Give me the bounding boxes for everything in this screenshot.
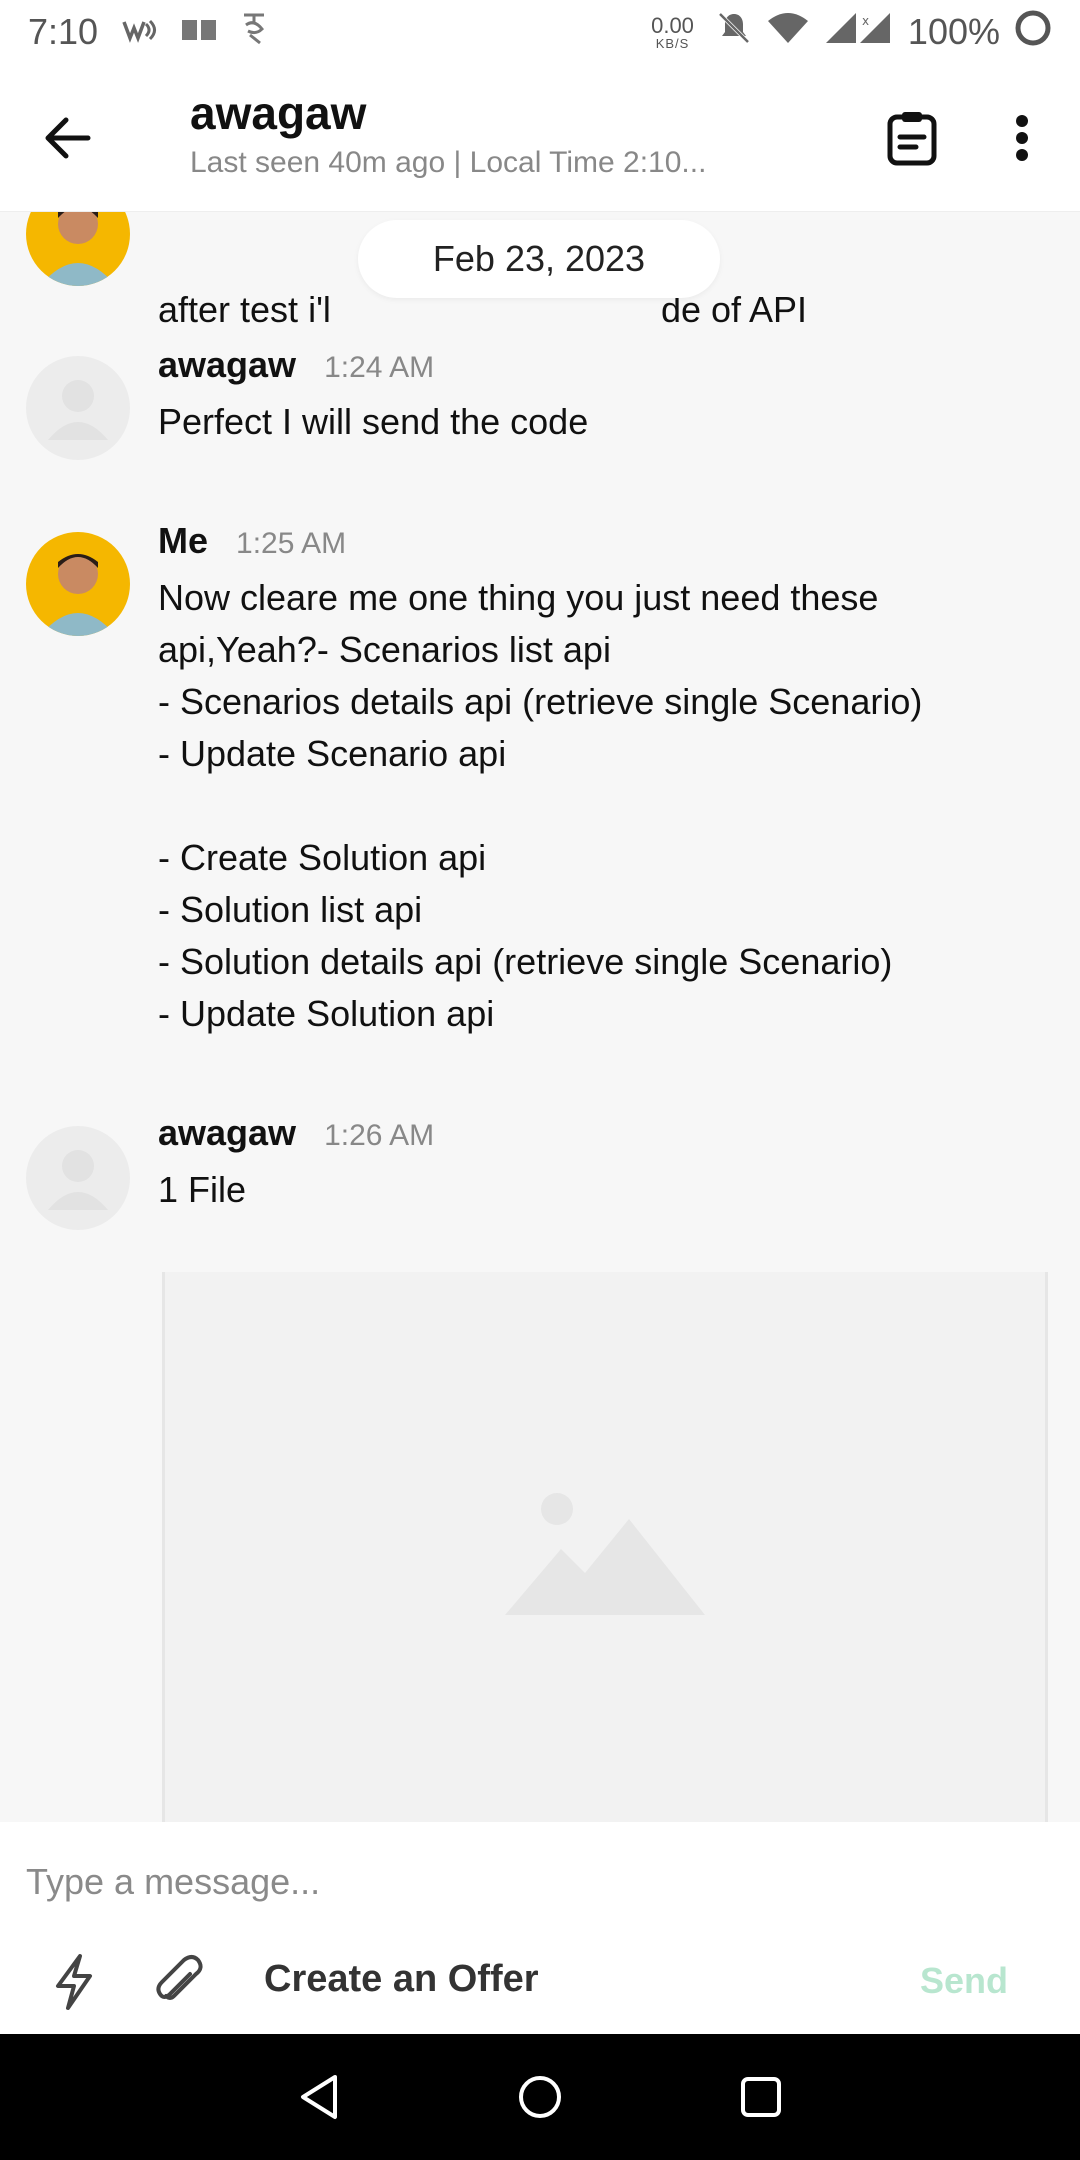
paperclip-icon[interactable] bbox=[148, 1950, 210, 2014]
file-attachment-preview[interactable] bbox=[162, 1272, 1048, 1822]
sender-name[interactable]: Me bbox=[158, 520, 208, 562]
contact-name[interactable]: awagaw bbox=[190, 86, 366, 140]
mute-icon bbox=[716, 10, 752, 55]
composer-toolbar: Create an Offer Send bbox=[0, 1938, 1080, 2026]
cell-signal-icon: x bbox=[824, 11, 894, 54]
create-offer-button[interactable]: Create an Offer bbox=[264, 1958, 539, 2001]
battery-percent: 100% bbox=[907, 11, 1000, 52]
nav-back-icon[interactable] bbox=[284, 2062, 354, 2132]
system-nav-bar bbox=[0, 2034, 1080, 2160]
status-time: 7:10 bbox=[28, 11, 99, 52]
net-speed: 0.00 KB/S bbox=[651, 12, 694, 51]
message-text: Perfect I will send the code bbox=[158, 401, 589, 442]
status-bar: 7:10 0.00 KB/S x 100% bbox=[0, 0, 1080, 64]
sender-name[interactable]: awagaw bbox=[158, 344, 296, 386]
signal-app-icon bbox=[240, 11, 270, 54]
more-options-icon[interactable] bbox=[1000, 108, 1044, 168]
date-separator: Feb 23, 2023 bbox=[358, 220, 720, 298]
send-button[interactable]: Send bbox=[920, 1960, 1008, 2002]
nav-recents-icon[interactable] bbox=[726, 2062, 796, 2132]
avatar[interactable] bbox=[26, 532, 130, 636]
battery-icon bbox=[1014, 9, 1052, 56]
file-count-text: 1 File bbox=[158, 1169, 247, 1210]
message-time: 1:26 AM bbox=[324, 1119, 435, 1152]
book-icon bbox=[180, 11, 218, 53]
message-time: 1:25 AM bbox=[236, 527, 347, 560]
wifi-call-icon bbox=[120, 11, 158, 53]
avatar[interactable] bbox=[26, 212, 130, 286]
message-composer: Create an Offer Send bbox=[0, 1822, 1080, 2034]
message-input[interactable] bbox=[26, 1852, 1046, 1912]
message-list[interactable]: after test i'l de of API Feb 23, 2023 awa… bbox=[0, 212, 1080, 1822]
back-arrow-icon[interactable] bbox=[40, 110, 96, 166]
sender-name[interactable]: awagaw bbox=[158, 1112, 296, 1154]
message-time: 1:24 AM bbox=[324, 351, 435, 384]
partial-message-text: after test i'l bbox=[158, 289, 331, 330]
chat-header: awagaw Last seen 40m ago | Local Time 2:… bbox=[0, 64, 1080, 212]
avatar[interactable] bbox=[26, 1126, 130, 1230]
avatar[interactable] bbox=[26, 356, 130, 460]
message-text: Now cleare me one thing you just need th… bbox=[158, 577, 923, 1034]
lightning-icon[interactable] bbox=[44, 1950, 104, 2014]
image-placeholder-icon bbox=[505, 1493, 705, 1615]
nav-home-icon[interactable] bbox=[505, 2062, 575, 2132]
wifi-icon bbox=[766, 11, 810, 54]
svg-text:x: x bbox=[862, 14, 869, 28]
clipboard-icon[interactable] bbox=[882, 108, 942, 168]
contact-status: Last seen 40m ago | Local Time 2:10... bbox=[190, 146, 707, 179]
